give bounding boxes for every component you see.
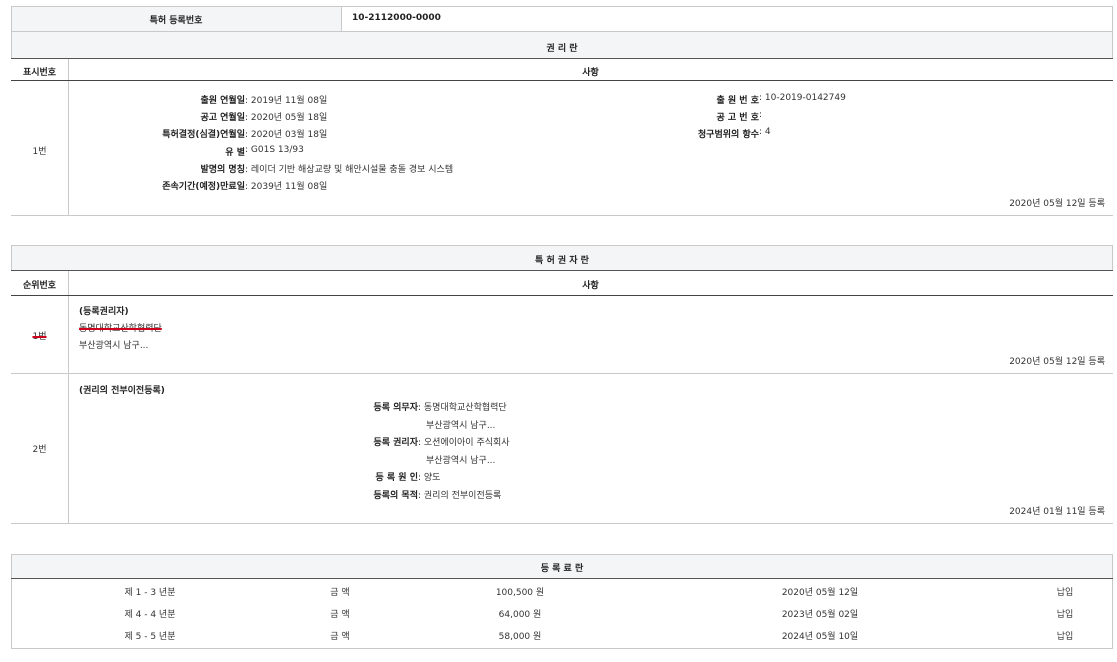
patent-number-label: 특허 등록번호 xyxy=(11,13,341,26)
fee-amount: 58,000 원 xyxy=(440,629,600,642)
holder-col-no: 순위번호 xyxy=(11,278,68,291)
field-value-expiry-date: 2039년 11월 08일 xyxy=(251,182,327,192)
patent-number-value: 10-2112000-0000 xyxy=(352,13,441,23)
field-label-publication-date: 공고 연월일 xyxy=(68,110,245,123)
transfer-label-holder: 등록 권리자 xyxy=(300,435,418,448)
field-label-decision-date: 특허결정(심결)연월일 xyxy=(68,127,245,140)
field-value-decision-date: 2020년 03월 18일 xyxy=(251,130,327,140)
holder-section-title: 특 허 권 자 란 xyxy=(11,253,1113,266)
transfer-label-cause: 등 록 원 인 xyxy=(300,470,418,483)
holder-row2-no: 2번 xyxy=(11,442,68,455)
rights-row-no: 1번 xyxy=(11,144,68,157)
holder-row1-address: 부산광역시 남구... xyxy=(79,338,148,351)
fee-date: 2020년 05월 12일 xyxy=(740,585,900,598)
field-label-filing-date: 출원 연월일 xyxy=(68,93,245,106)
holder-row1-date: 2020년 05월 12일 등록 xyxy=(800,354,1105,367)
holder-row2-date: 2024년 01월 11일 등록 xyxy=(800,504,1105,517)
rights-col-no: 표시번호 xyxy=(11,65,68,78)
field-value-filing-date: 2019년 11월 08일 xyxy=(251,96,327,106)
field-label-classification: 유 별 xyxy=(68,145,245,158)
transfer-value-cause: 양도 xyxy=(424,473,441,483)
fee-amount-label: 금 액 xyxy=(290,607,390,620)
fee-amount-label: 금 액 xyxy=(290,585,390,598)
field-label-publication-number: 공 고 번 호 xyxy=(560,110,759,123)
fee-period: 제 1 - 3 년분 xyxy=(70,585,230,598)
holder-row1-name: 동명대학교산학협력단 xyxy=(79,321,162,334)
rights-section-title: 권 리 란 xyxy=(11,41,1113,54)
transfer-value-obligor-address: 부산광역시 남구... xyxy=(426,418,495,431)
transfer-value-purpose: 권리의 전부이전등록 xyxy=(424,491,501,501)
holder-col-content: 사항 xyxy=(68,278,1113,291)
fee-status: 납입 xyxy=(1030,607,1100,620)
fee-amount-label: 금 액 xyxy=(290,629,390,642)
fee-section-title: 등 록 료 란 xyxy=(11,561,1113,574)
fee-period: 제 4 - 4 년분 xyxy=(70,607,230,620)
field-value-claims-count: 4 xyxy=(765,127,771,137)
transfer-label-purpose: 등록의 목적 xyxy=(300,488,418,501)
fee-date: 2023년 05월 02일 xyxy=(740,607,900,620)
fee-status: 납입 xyxy=(1030,585,1100,598)
rights-registration-date: 2020년 05월 12일 등록 xyxy=(800,196,1105,209)
transfer-label-obligor: 등록 의무자 xyxy=(300,400,418,413)
holder-row2-type: (권리의 전부이전등록) xyxy=(79,383,165,396)
holder-row2-details: 등록 의무자 : 동명대학교산학협력단 부산광역시 남구... 등록 권리자 :… xyxy=(300,400,700,510)
holder-row1-no: 1번 xyxy=(11,329,68,342)
rights-col-content: 사항 xyxy=(68,65,1113,78)
field-label-invention-title: 발명의 명칭 xyxy=(68,162,245,175)
transfer-value-holder: 오션에이아이 주식회사 xyxy=(424,438,510,448)
transfer-value-holder-address: 부산광역시 남구... xyxy=(426,453,495,466)
fee-amount: 64,000 원 xyxy=(440,607,600,620)
fee-period: 제 5 - 5 년분 xyxy=(70,629,230,642)
field-value-publication-date: 2020년 05월 18일 xyxy=(251,113,327,123)
holder-row1-type: (등록권리자) xyxy=(79,304,129,317)
field-value-invention-title: 레이더 기반 해상교량 및 해안시설물 충돌 경보 시스템 xyxy=(251,165,453,175)
fee-status: 납입 xyxy=(1030,629,1100,642)
transfer-value-obligor: 동명대학교산학협력단 xyxy=(424,403,507,413)
fee-amount: 100,500 원 xyxy=(440,585,600,598)
field-value-application-number: 10-2019-0142749 xyxy=(765,93,846,103)
field-label-application-number: 출 원 번 호 xyxy=(560,93,759,106)
field-label-expiry-date: 존속기간(예정)만료일 xyxy=(68,179,245,192)
field-value-classification: G01S 13/93 xyxy=(251,145,304,155)
fee-date: 2024년 05월 10일 xyxy=(740,629,900,642)
field-label-claims-count: 청구범위의 항수 xyxy=(560,127,759,140)
